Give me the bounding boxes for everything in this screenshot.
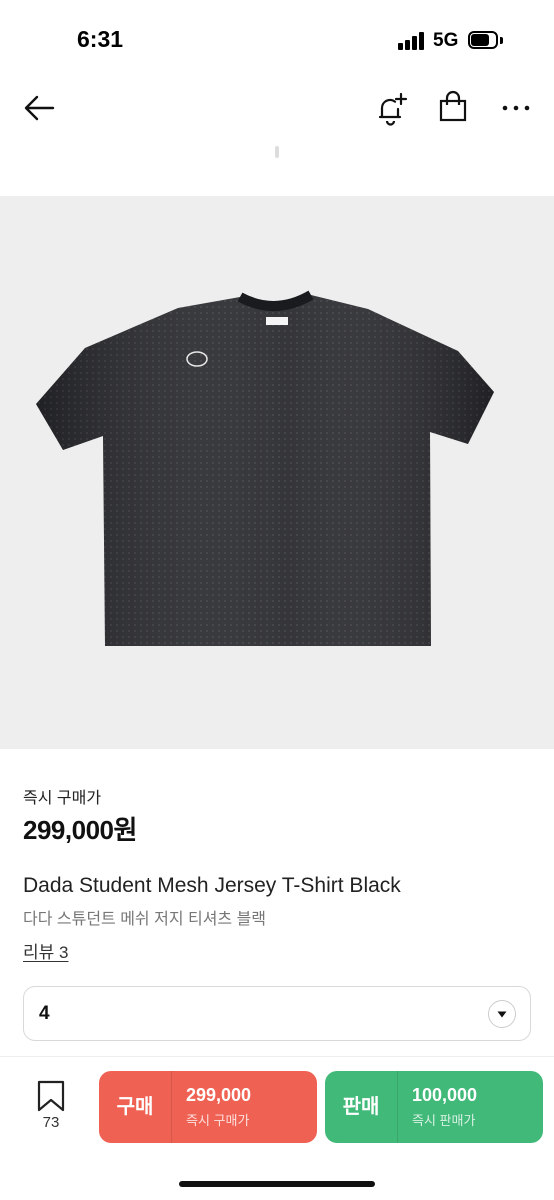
sell-button-separator	[397, 1071, 398, 1143]
image-pager-indicator	[275, 146, 279, 158]
product-image[interactable]	[0, 196, 554, 749]
sell-button[interactable]: 판매 100,000 즉시 판매가	[325, 1071, 543, 1143]
bottom-bar-divider	[0, 1056, 554, 1057]
wishlist-button[interactable]: 73	[30, 1080, 72, 1136]
battery-icon	[468, 31, 504, 51]
shopping-bag-icon[interactable]	[434, 88, 472, 128]
sell-button-label: 판매	[342, 1096, 380, 1118]
buy-button-sublabel: 즉시 구매가	[186, 1113, 250, 1128]
notification-bell-plus-icon[interactable]	[372, 88, 410, 128]
chevron-down-icon	[488, 1000, 516, 1028]
product-title-ko: 다다 스튜던트 메쉬 저지 티셔츠 블랙	[23, 911, 267, 928]
buy-button-separator	[171, 1071, 172, 1143]
reviews-link[interactable]: 리뷰 3	[23, 938, 68, 963]
sell-button-price: 100,000	[412, 1085, 478, 1105]
more-horizontal-icon[interactable]	[496, 88, 536, 128]
buy-button[interactable]: 구매 299,000 즉시 구매가	[99, 1071, 317, 1143]
size-select-value: 4	[39, 1003, 50, 1024]
wishlist-count: 73	[42, 1114, 60, 1131]
instant-buy-price: 299,000원	[23, 815, 137, 845]
sell-button-sublabel: 즉시 판매가	[412, 1113, 476, 1128]
size-select[interactable]: 4	[23, 986, 531, 1041]
bookmark-icon	[37, 1080, 65, 1112]
status-time: 6:31	[77, 26, 124, 52]
buy-button-price: 299,000	[186, 1085, 252, 1105]
home-indicator[interactable]	[179, 1181, 375, 1187]
product-title-en: Dada Student Mesh Jersey T-Shirt Black	[23, 874, 401, 897]
network-type: 5G	[433, 30, 459, 51]
buy-button-label: 구매	[116, 1096, 154, 1118]
instant-buy-price-label: 즉시 구매가	[23, 790, 102, 807]
signal-bars-icon	[398, 32, 426, 50]
back-arrow-icon[interactable]	[20, 88, 60, 128]
